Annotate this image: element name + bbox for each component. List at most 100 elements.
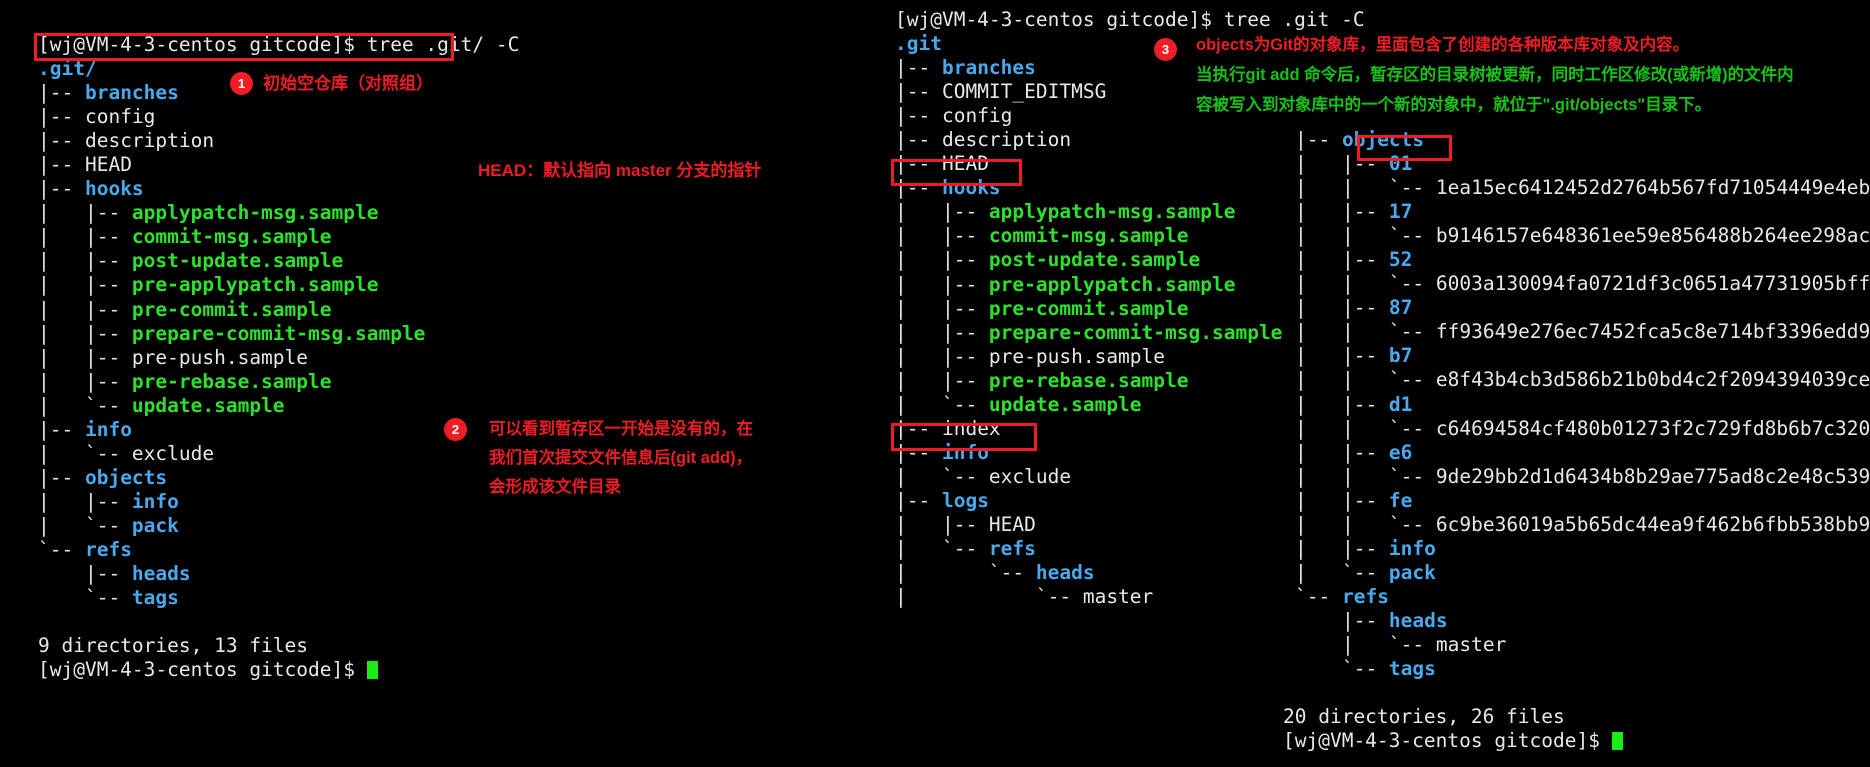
tree-entry: description — [941, 128, 1072, 152]
annotation-2-line-3: 会形成该文件目录 — [489, 478, 621, 496]
tree-branch: | | `-- — [1295, 320, 1436, 344]
tree-entry: master — [1435, 632, 1507, 656]
tree-entry: 6003a130094fa0721df3c0651a47731905bffa — [1435, 272, 1870, 296]
tree-branch: | |-- — [1295, 296, 1389, 320]
tree-entry: tags — [131, 586, 179, 610]
tree-entry: hooks — [941, 176, 1001, 200]
tree-entry: 9de29bb2d1d6434b8b29ae775ad8c2e48c5391 — [1435, 464, 1870, 488]
left-terminal-output: [wj@VM-4-3-centos gitcode]$ tree .git/ -… — [38, 33, 519, 682]
tree-entry: refs — [84, 537, 132, 561]
tree-entry: pack — [1388, 560, 1436, 584]
tree-entry: update.sample — [131, 393, 285, 417]
tree-entry: index — [941, 416, 1001, 440]
tree-branch: |-- — [38, 81, 85, 105]
tree-entry: info — [131, 489, 179, 513]
tree-branch: | | `-- — [1295, 224, 1436, 248]
tree-branch: |-- — [38, 105, 85, 129]
annotation-3-line-1: objects为Git的对象库，里面包含了创建的各种版本库对象及内容。 — [1196, 36, 1690, 54]
tree-entry: prepare-commit-msg.sample — [988, 320, 1283, 344]
tree-entry: pre-push.sample — [988, 344, 1166, 368]
shell-prompt: [wj@VM-4-3-centos gitcode]$ — [1283, 729, 1612, 753]
tree-branch: |-- — [895, 416, 942, 440]
tree-branch: | |-- — [895, 512, 989, 536]
tree-entry: pre-commit.sample — [988, 296, 1189, 320]
tree-entry: e6 — [1388, 440, 1413, 464]
tree-entry: fe — [1388, 488, 1413, 512]
tree-branch: | |-- — [895, 344, 989, 368]
tree-entry: pre-rebase.sample — [988, 368, 1189, 392]
tree-entry: info — [1388, 536, 1436, 560]
tree-entry: pack — [131, 513, 179, 537]
annotation-3-line-2: 当执行git add 命令后，暂存区的目录树被更新，同时工作区修改(或新增)的文… — [1196, 66, 1794, 84]
tree-entry: refs — [1341, 584, 1389, 608]
tree-entry: pre-applypatch.sample — [131, 273, 379, 297]
tree-branch: `-- — [1295, 584, 1342, 608]
tree-entry: 52 — [1388, 248, 1413, 272]
tree-entry: b7 — [1388, 344, 1413, 368]
tree-branch: | |-- — [1295, 536, 1389, 560]
tree-branch: | | `-- — [1295, 176, 1436, 200]
annotation-1-text: 初始空仓库（对照组） — [263, 74, 433, 93]
tree-entry: refs — [988, 537, 1036, 561]
annotation-badge-2: 2 — [444, 418, 467, 441]
tree-branch: |-- — [895, 128, 942, 152]
tree-branch: | | `-- — [1295, 464, 1436, 488]
annotation-badge-1: 1 — [230, 72, 253, 95]
tree-entry: post-update.sample — [131, 249, 344, 273]
terminal-cursor — [1611, 732, 1623, 751]
tree-branch: | |-- — [895, 224, 989, 248]
tree-entry: commit-msg.sample — [131, 225, 332, 249]
annotation-2-line-1: 可以看到暂存区一开始是没有的，在 — [489, 420, 753, 438]
tree-entry: applypatch-msg.sample — [131, 201, 379, 225]
annotation-head-note: HEAD：默认指向 master 分支的指针 — [478, 161, 762, 180]
tree-entry: info — [84, 417, 132, 441]
tree-branch: | |-- — [38, 273, 132, 297]
tree-branch: | | `-- — [1295, 272, 1436, 296]
tree-entry: update.sample — [988, 392, 1142, 416]
tree-entry: prepare-commit-msg.sample — [131, 321, 426, 345]
tree-entry: master — [1082, 585, 1154, 609]
tree-entry: post-update.sample — [988, 248, 1201, 272]
tree-branch: |-- — [895, 152, 942, 176]
tree-entry: logs — [941, 488, 989, 512]
tree-entry: d1 — [1388, 392, 1413, 416]
tree-branch: |-- — [895, 440, 942, 464]
tree-branch: | `-- — [895, 464, 989, 488]
shell-command: [wj@VM-4-3-centos gitcode]$ tree .git/ -… — [38, 33, 520, 56]
tree-branch: | |-- — [895, 320, 989, 344]
tree-entry: c64694584cf480b01273f2c729fd8b6b7c320c — [1435, 416, 1870, 440]
tree-entry: heads — [1388, 608, 1448, 632]
tree-branch: | |-- — [38, 321, 132, 345]
tree-entry: 6c9be36019a5b65dc44ea9f462b6fbb538bb90 — [1435, 512, 1870, 536]
tree-branch: `-- — [1295, 657, 1389, 681]
annotation-3-block: objects为Git的对象库，里面包含了创建的各种版本库对象及内容。 当执行g… — [1196, 30, 1794, 120]
tree-branch: | |-- — [895, 296, 989, 320]
tree-branch: | |-- — [38, 489, 132, 513]
tree-branch: | `-- — [38, 441, 132, 465]
tree-entry: objects — [1341, 128, 1425, 151]
annotation-2-line-2: 我们首次提交文件信息后(git add)， — [489, 449, 753, 467]
tree-branch: | |-- — [895, 200, 989, 224]
tree-entry: HEAD — [941, 152, 989, 176]
annotation-3-line-3: 容被写入到对象库中的一个新的对象中，就位于".git/objects"目录下。 — [1196, 96, 1712, 114]
tree-branch: |-- — [38, 153, 85, 177]
tree-branch: |-- — [38, 177, 85, 201]
tree-entry: hooks — [84, 177, 144, 201]
tree-entry: COMMIT_EDITMSG — [941, 80, 1107, 104]
tree-branch: | |-- — [1295, 248, 1389, 272]
tree-branch: | | `-- — [1295, 416, 1436, 440]
shell-command: [wj@VM-4-3-centos gitcode]$ tree .git -C — [895, 8, 1365, 31]
tree-root: .git/ — [38, 57, 97, 81]
tree-branch: | `-- — [38, 513, 132, 537]
tree-entry: exclude — [988, 464, 1072, 488]
tree-branch: |-- — [1295, 608, 1389, 632]
tree-entry: 1ea15ec6412452d2764b567fd71054449e4ebb — [1435, 176, 1870, 200]
tree-entry: 87 — [1388, 296, 1413, 320]
tree-summary: 20 directories, 26 files — [1283, 705, 1565, 729]
tree-entry: HEAD — [988, 512, 1036, 536]
shell-prompt: [wj@VM-4-3-centos gitcode]$ — [38, 658, 367, 682]
tree-branch: |-- — [895, 80, 942, 104]
tree-branch: | |-- — [38, 249, 132, 273]
tree-branch: `-- — [38, 537, 85, 561]
tree-branch: `-- — [38, 586, 132, 610]
